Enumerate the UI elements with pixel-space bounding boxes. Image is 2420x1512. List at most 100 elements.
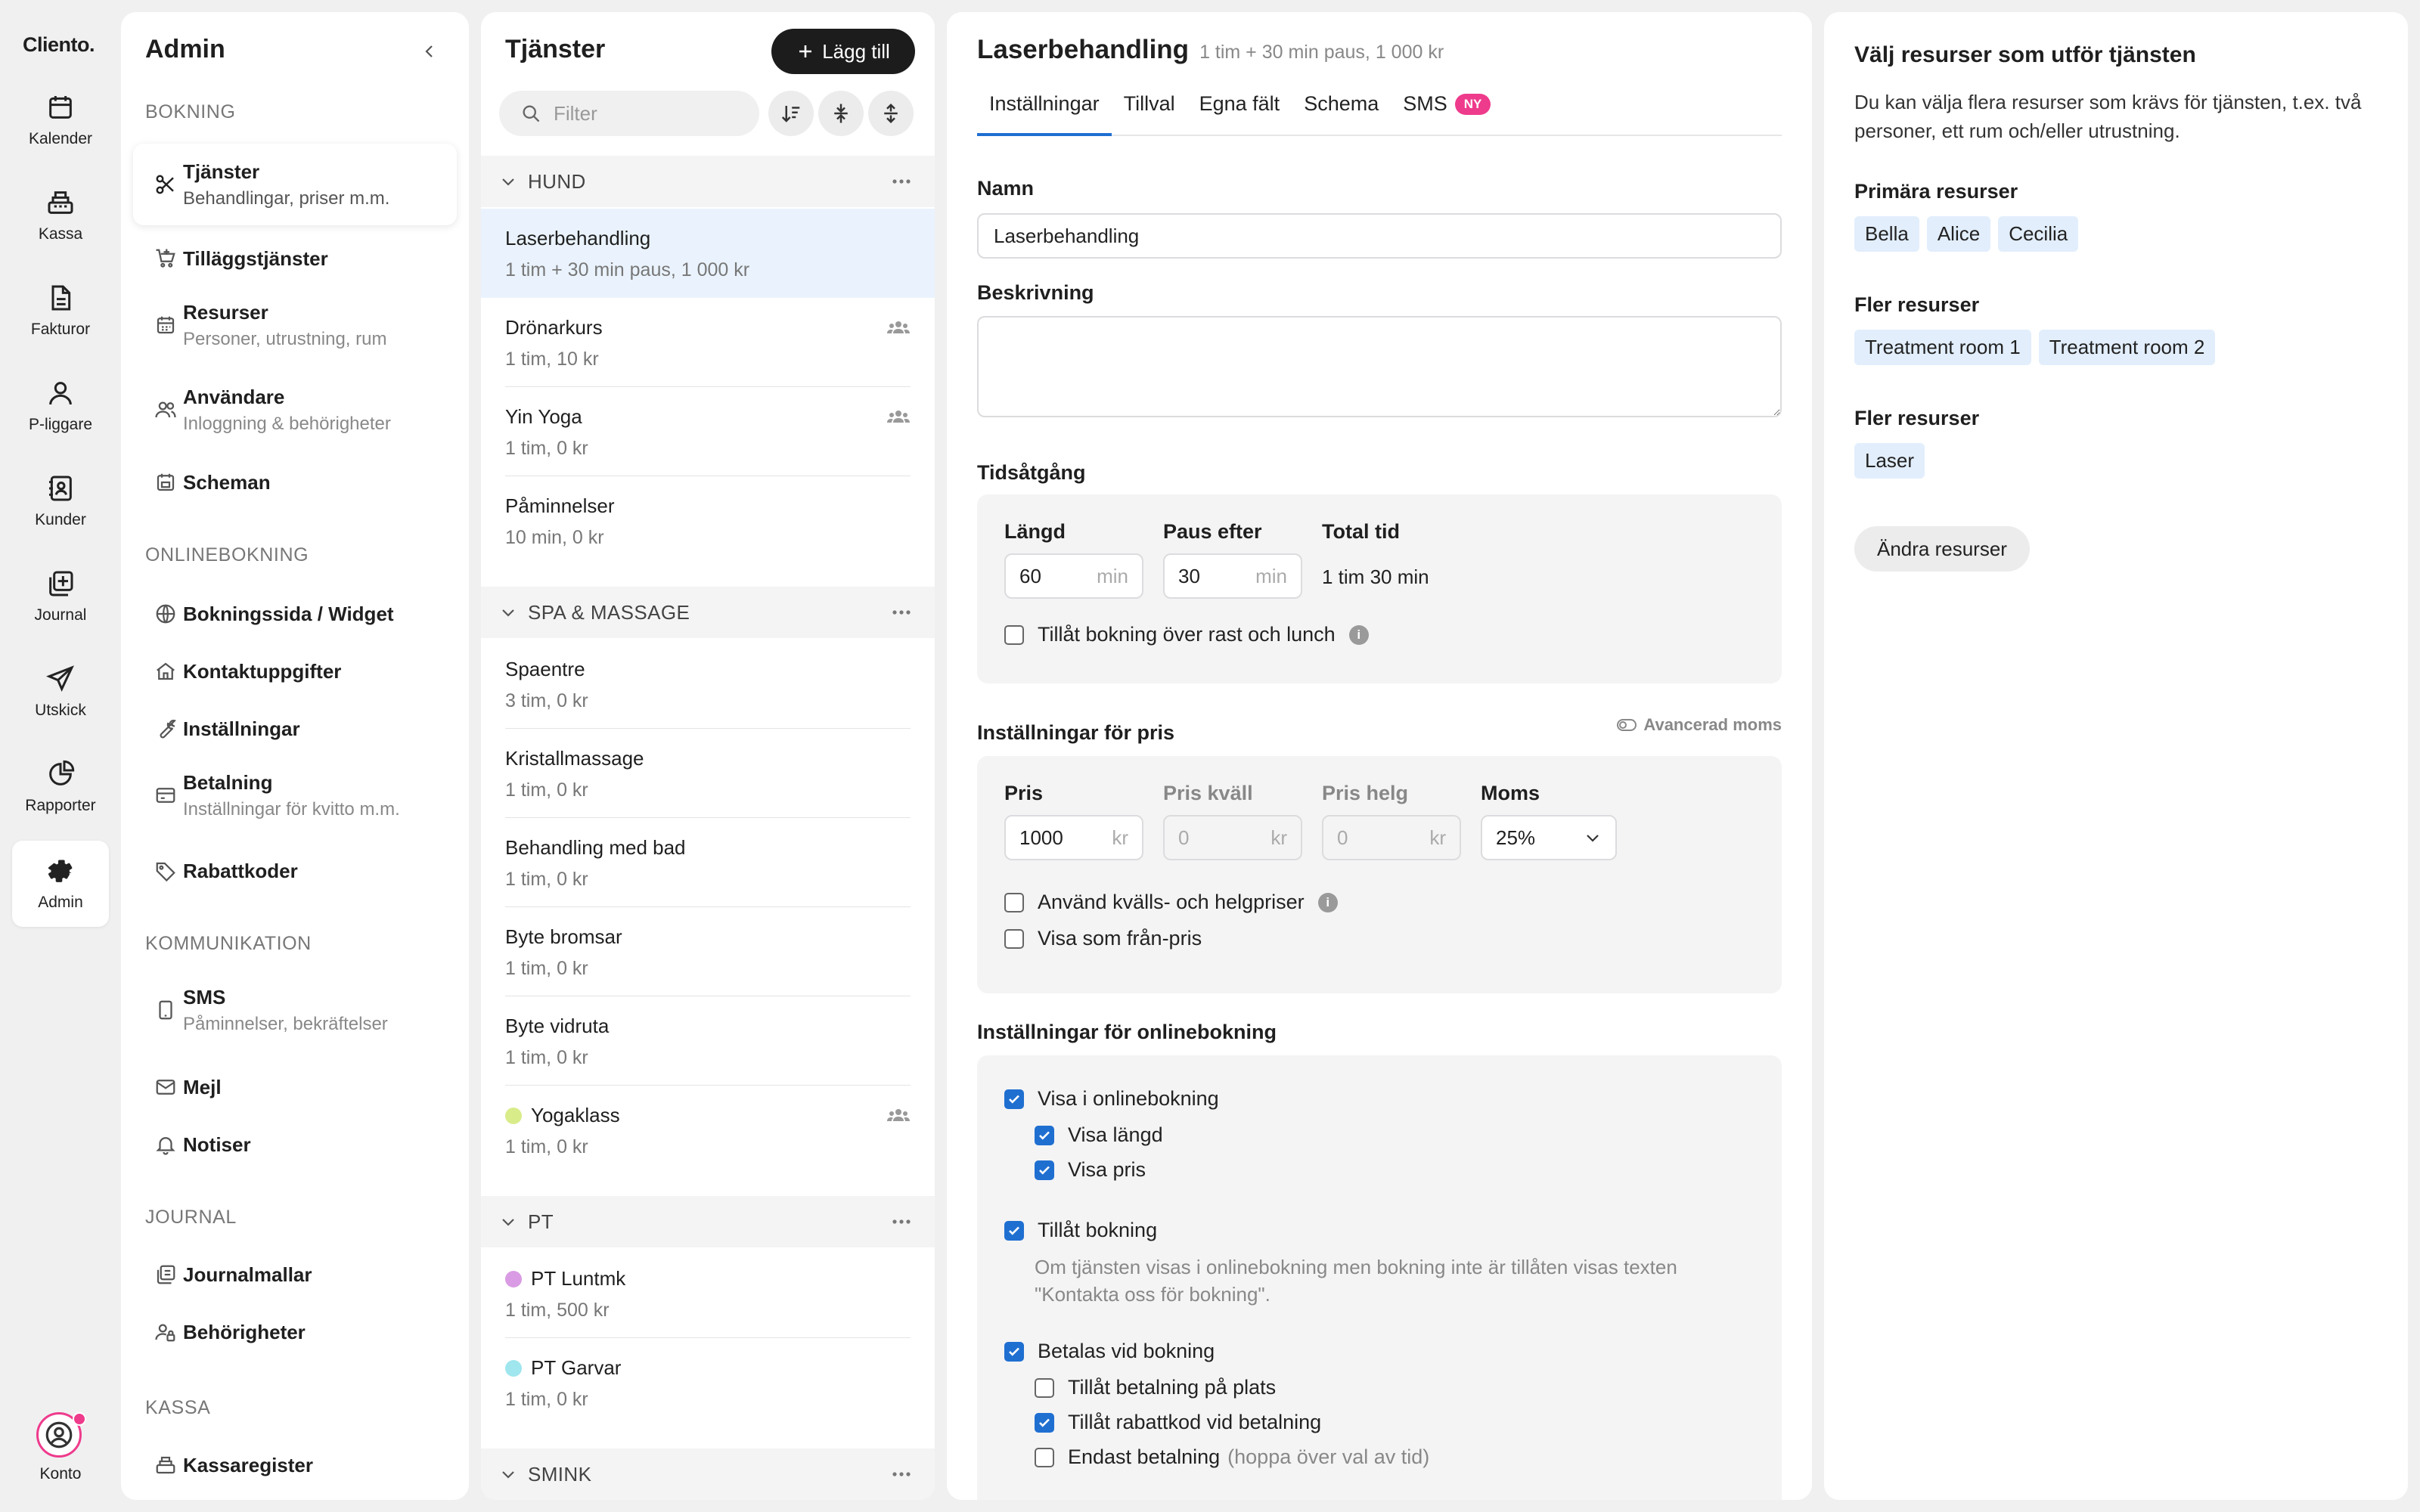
- weekend-price-input[interactable]: 0 kr: [1322, 815, 1461, 860]
- admin-nav-rabattkoder[interactable]: Rabattkoder: [133, 847, 457, 895]
- more-options-icon[interactable]: [891, 1465, 912, 1483]
- service-name-row: PT Luntmk: [505, 1267, 935, 1290]
- show-online-row[interactable]: Visa i onlinebokning: [1004, 1087, 1219, 1111]
- admin-nav-betalning[interactable]: Betalning Inställningar för kvitto m.m.: [133, 762, 457, 829]
- tab-installningar[interactable]: Inställningar: [977, 92, 1112, 136]
- service-item[interactable]: PT Luntmk 1 tim, 500 kr: [481, 1249, 935, 1338]
- advanced-vat-link[interactable]: Avancerad moms: [1616, 715, 1782, 735]
- evening-price-label: Pris kväll: [1163, 782, 1253, 804]
- admin-nav-kontaktuppgifter[interactable]: Kontaktuppgifter: [133, 647, 457, 696]
- service-item[interactable]: Behandling med bad 1 tim, 0 kr: [481, 818, 935, 907]
- service-item[interactable]: Byte bromsar 1 tim, 0 kr: [481, 907, 935, 996]
- allow-break-checkbox-row[interactable]: Tillåt bokning över rast och lunch i: [1004, 623, 1369, 646]
- category-pt[interactable]: PT: [481, 1196, 935, 1247]
- tab-schema[interactable]: Schema: [1292, 92, 1391, 136]
- use-evening-prices-row[interactable]: Använd kvälls- och helgpriser i: [1004, 891, 1338, 914]
- admin-nav-mejl[interactable]: Mejl: [133, 1063, 457, 1111]
- service-item[interactable]: Byte vidruta 1 tim, 0 kr: [481, 996, 935, 1086]
- filter-field[interactable]: [499, 91, 759, 136]
- invoice-icon: [45, 283, 76, 313]
- price-input[interactable]: 1000 kr: [1004, 815, 1143, 860]
- pause-input[interactable]: 30 min: [1163, 553, 1302, 599]
- tab-tillval[interactable]: Tillval: [1112, 92, 1187, 136]
- allow-booking-row[interactable]: Tillåt bokning: [1004, 1219, 1157, 1242]
- info-icon[interactable]: i: [1317, 892, 1338, 912]
- checkbox-checked[interactable]: [1004, 1341, 1024, 1362]
- discount-code-row[interactable]: Tillåt rabattkod vid betalning: [1035, 1411, 1321, 1434]
- name-input[interactable]: [977, 213, 1782, 259]
- admin-nav-notiser[interactable]: Notiser: [133, 1120, 457, 1169]
- rail-item-fakturor[interactable]: Fakturor: [12, 268, 109, 354]
- checkbox[interactable]: [1004, 624, 1024, 645]
- rail-item-utskick[interactable]: Utskick: [12, 649, 109, 735]
- rail-item-admin[interactable]: Admin: [12, 841, 109, 927]
- service-item[interactable]: Yogaklass 1 tim, 0 kr: [481, 1086, 935, 1175]
- service-item[interactable]: Laserbehandling 1 tim + 30 min paus, 1 0…: [481, 209, 935, 298]
- pay-on-site-row[interactable]: Tillåt betalning på plats: [1035, 1376, 1276, 1399]
- add-service-button[interactable]: Lägg till: [771, 29, 915, 74]
- admin-nav-journalmallar[interactable]: Journalmallar: [133, 1250, 457, 1299]
- resource-tag: Alice: [1926, 216, 1991, 252]
- checkbox[interactable]: [1004, 892, 1024, 912]
- tab-sms[interactable]: SMS NY: [1391, 92, 1503, 136]
- rail-item-p-liggare[interactable]: P-liggare: [12, 363, 109, 449]
- admin-nav-behorigheter[interactable]: Behörigheter: [133, 1308, 457, 1356]
- checkbox-checked[interactable]: [1004, 1089, 1024, 1109]
- category-smink[interactable]: SMINK: [481, 1448, 935, 1500]
- service-title: Laserbehandling: [977, 35, 1190, 64]
- service-item[interactable]: Spaentre 3 tim, 0 kr: [481, 640, 935, 729]
- rail-item-kassa[interactable]: Kassa: [12, 172, 109, 259]
- checkbox[interactable]: [1004, 928, 1024, 949]
- category-spa-massage[interactable]: SPA & MASSAGE: [481, 587, 935, 638]
- category-hund[interactable]: HUND: [481, 156, 935, 207]
- admin-nav-scheman[interactable]: Scheman: [133, 458, 457, 507]
- admin-nav-anvandare[interactable]: Användare Inloggning & behörigheter: [133, 376, 457, 443]
- evening-price-input[interactable]: 0 kr: [1163, 815, 1302, 860]
- checkbox-checked[interactable]: [1035, 1412, 1054, 1433]
- rail-item-kalender[interactable]: Kalender: [12, 77, 109, 163]
- admin-nav-installningar[interactable]: Inställningar: [133, 705, 457, 753]
- pay-on-booking-row[interactable]: Betalas vid bokning: [1004, 1340, 1215, 1363]
- admin-nav-sms[interactable]: SMS Påminnelser, bekräftelser: [133, 977, 457, 1043]
- show-length-row[interactable]: Visa längd: [1035, 1123, 1163, 1147]
- filter-input[interactable]: [554, 101, 735, 125]
- expand-all-button[interactable]: [868, 91, 914, 136]
- admin-nav-kassaregister[interactable]: Kassaregister: [133, 1441, 457, 1489]
- checkbox-checked[interactable]: [1035, 1160, 1054, 1180]
- rail-item-rapporter[interactable]: Rapporter: [12, 744, 109, 830]
- service-item[interactable]: PT Garvar 1 tim, 0 kr: [481, 1338, 935, 1427]
- info-icon[interactable]: i: [1348, 624, 1369, 645]
- admin-nav-resurser[interactable]: Resurser Personer, utrustning, rum: [133, 292, 457, 358]
- rail-item-kunder[interactable]: Kunder: [12, 458, 109, 544]
- more-options-icon[interactable]: [891, 603, 912, 621]
- admin-nav-bokningssida[interactable]: Bokningssida / Widget: [133, 590, 457, 638]
- rail-item-journal[interactable]: Journal: [12, 553, 109, 640]
- service-item[interactable]: Yin Yoga 1 tim, 0 kr: [481, 387, 935, 476]
- more-options-icon[interactable]: [891, 172, 912, 191]
- sort-button[interactable]: [768, 91, 814, 136]
- change-resources-button[interactable]: Ändra resurser: [1854, 526, 2030, 572]
- checkbox[interactable]: [1035, 1377, 1054, 1398]
- checkbox[interactable]: [1035, 1447, 1054, 1467]
- admin-nav-tillaggstjanster[interactable]: Tilläggstjänster: [133, 234, 457, 283]
- account-avatar[interactable]: [36, 1412, 86, 1461]
- checkbox-checked[interactable]: [1035, 1125, 1054, 1145]
- service-item[interactable]: Påminnelser 10 min, 0 kr: [481, 476, 935, 565]
- admin-nav-tjanster[interactable]: Tjänster Behandlingar, priser m.m.: [133, 144, 457, 225]
- nav-subtitle: Personer, utrustning, rum: [183, 328, 387, 349]
- length-input[interactable]: 60 min: [1004, 553, 1143, 599]
- collapse-all-button[interactable]: [818, 91, 864, 136]
- tab-egna-falt[interactable]: Egna fält: [1187, 92, 1292, 136]
- show-price-row[interactable]: Visa pris: [1035, 1158, 1146, 1182]
- from-price-row[interactable]: Visa som från-pris: [1004, 927, 1202, 950]
- only-payment-row[interactable]: Endast betalning (hoppa över val av tid): [1035, 1445, 1429, 1469]
- service-item[interactable]: Drönarkurs 1 tim, 10 kr: [481, 298, 935, 387]
- description-textarea[interactable]: [977, 316, 1782, 417]
- collapse-panel-button[interactable]: [416, 38, 443, 65]
- more-options-icon[interactable]: [891, 1213, 912, 1231]
- service-item[interactable]: Kristallmassage 1 tim, 0 kr: [481, 729, 935, 818]
- vat-select[interactable]: 25%: [1481, 815, 1617, 860]
- checkbox-checked[interactable]: [1004, 1220, 1024, 1241]
- gear-icon: [45, 856, 76, 886]
- rail-label: Kunder: [35, 511, 86, 528]
